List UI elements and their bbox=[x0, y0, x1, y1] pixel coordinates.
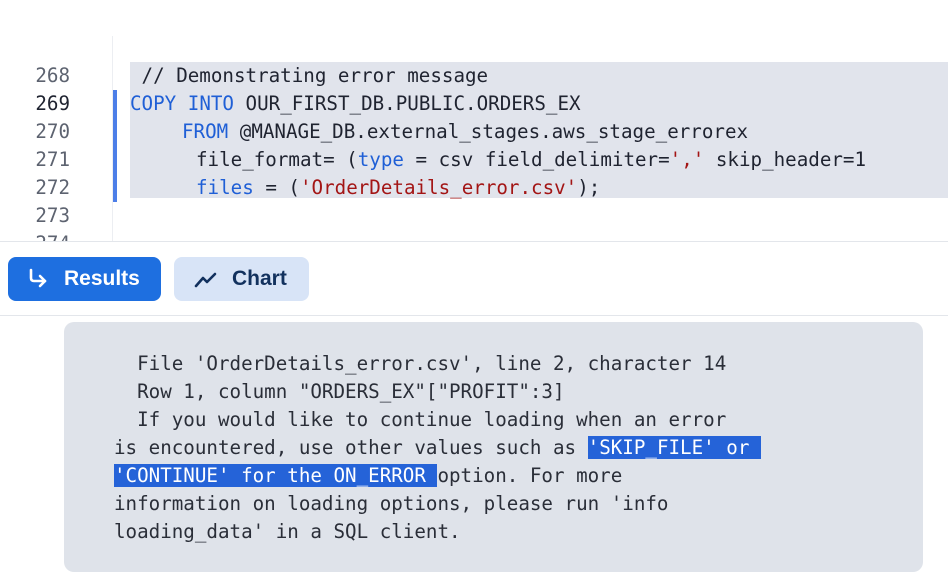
code-fragment: = csv field_delimiter= bbox=[403, 148, 670, 171]
return-arrow-icon bbox=[29, 268, 47, 288]
error-text-line: information on loading options, please r… bbox=[114, 492, 669, 515]
results-toolbar: Results Chart bbox=[0, 241, 948, 316]
error-text: option. For more bbox=[437, 464, 623, 487]
line-chart-icon bbox=[194, 272, 217, 288]
code-line[interactable]: 271 FROM @MANAGE_DB.external_stages.aws_… bbox=[0, 118, 948, 171]
code-text: COPY INTO OUR_FIRST_DB.PUBLIC.ORDERS_EX bbox=[130, 90, 581, 118]
code-line[interactable]: 269 // Demonstrating error message bbox=[0, 62, 948, 115]
error-text-line: File 'OrderDetails_error.csv', line 2, c… bbox=[114, 352, 727, 375]
code-text: FROM @MANAGE_DB.external_stages.aws_stag… bbox=[182, 118, 748, 146]
code-stage-ref: @MANAGE_DB.external_stages.aws_stage_err… bbox=[228, 120, 749, 143]
code-line[interactable]: 272 file_format= (type = csv field_delim… bbox=[0, 146, 948, 199]
keyword-files: files bbox=[196, 176, 254, 199]
code-line[interactable]: 273 files = ('OrderDetails_error.csv'); bbox=[0, 174, 948, 227]
code-fragment: file_format= ( bbox=[196, 148, 358, 171]
code-text: files = ('OrderDetails_error.csv'); bbox=[196, 174, 600, 202]
code-table-ref: OUR_FIRST_DB.PUBLIC.ORDERS_EX bbox=[234, 92, 581, 115]
selected-text: 'SKIP_FILE' or bbox=[587, 436, 761, 459]
error-text-line: is encountered, use other values such as… bbox=[114, 434, 761, 462]
code-comment: // Demonstrating error message bbox=[130, 64, 489, 87]
code-string: 'OrderDetails_error.csv' bbox=[299, 176, 578, 199]
keyword-type: type bbox=[357, 148, 404, 171]
code-fragment: = ( bbox=[253, 176, 300, 199]
code-string: ',' bbox=[669, 148, 705, 171]
code-line[interactable]: 274 bbox=[0, 202, 948, 241]
code-line[interactable]: 268 bbox=[0, 34, 948, 87]
error-message-box[interactable]: File 'OrderDetails_error.csv', line 2, c… bbox=[64, 322, 923, 572]
results-button[interactable]: Results bbox=[8, 257, 161, 301]
results-panel: File 'OrderDetails_error.csv', line 2, c… bbox=[0, 316, 948, 572]
line-number: 274 bbox=[0, 230, 70, 241]
keyword-copy: COPY bbox=[130, 92, 177, 115]
error-text: is encountered, use other values such as bbox=[114, 436, 588, 459]
error-text-line: If you would like to continue loading wh… bbox=[114, 408, 727, 431]
code-line[interactable]: 270 COPY INTO OUR_FIRST_DB.PUBLIC.ORDERS… bbox=[0, 90, 948, 143]
code-editor[interactable]: 268 269 // Demonstrating error message 2… bbox=[0, 0, 948, 241]
keyword-into: INTO bbox=[187, 92, 234, 115]
results-button-label: Results bbox=[64, 267, 140, 290]
chart-button[interactable]: Chart bbox=[174, 257, 309, 301]
code-fragment: ); bbox=[577, 176, 601, 199]
error-text-line: 'CONTINUE' for the ON_ERROR option. For … bbox=[114, 462, 622, 490]
error-text-line: loading_data' in a SQL client. bbox=[114, 520, 461, 543]
code-fragment: skip_header=1 bbox=[704, 148, 867, 171]
chart-button-label: Chart bbox=[232, 267, 287, 290]
code-text: file_format= (type = csv field_delimiter… bbox=[196, 146, 866, 174]
error-text-line: Row 1, column "ORDERS_EX"["PROFIT":3] bbox=[114, 380, 565, 403]
keyword-from: FROM bbox=[182, 120, 229, 143]
selected-text: 'CONTINUE' for the ON_ERROR bbox=[114, 464, 438, 487]
